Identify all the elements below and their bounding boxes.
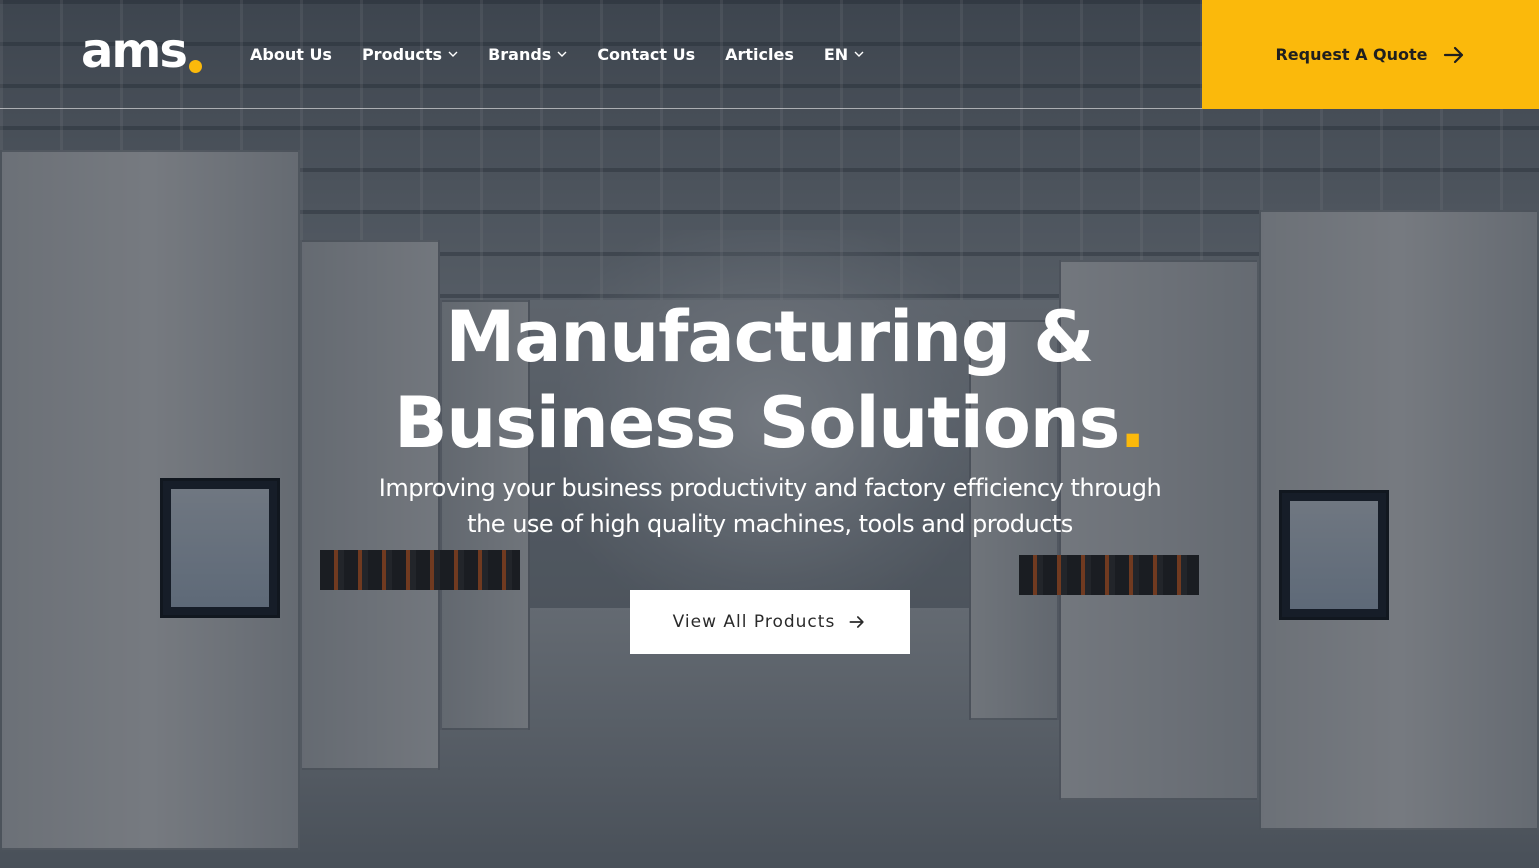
subtitle-line-2: the use of high quality machines, tools …	[467, 510, 1073, 538]
hero-subtitle: Improving your business productivity and…	[330, 470, 1210, 542]
nav-about-us[interactable]: About Us	[250, 40, 332, 68]
ams-logo[interactable]: ams	[81, 26, 202, 76]
chevron-down-icon	[448, 51, 458, 57]
nav-products[interactable]: Products	[362, 40, 458, 68]
arrow-right-icon	[1443, 46, 1463, 63]
hero-headline: Manufacturing & Business Solutions.	[0, 294, 1539, 466]
logo-text: ams	[81, 23, 188, 79]
logo-dot	[188, 60, 202, 73]
headline-line-1: Manufacturing &	[445, 296, 1095, 378]
cta-label: View All Products	[672, 612, 836, 632]
nav-label: Brands	[488, 44, 552, 64]
hero-section: Manufacturing & Business Solutions. Impr…	[0, 109, 1539, 868]
nav-articles[interactable]: Articles	[725, 40, 794, 68]
request-quote-button[interactable]: Request A Quote	[1202, 0, 1539, 109]
language-selector[interactable]: EN	[824, 40, 864, 68]
nav-label: EN	[823, 44, 849, 64]
chevron-down-icon	[854, 51, 864, 57]
view-all-products-button[interactable]: View All Products	[630, 590, 910, 654]
headline-line-2: Business Solutions	[394, 382, 1120, 464]
nav-brands[interactable]: Brands	[488, 40, 567, 68]
subtitle-line-1: Improving your business productivity and…	[378, 474, 1162, 502]
nav-label: Contact Us	[597, 44, 696, 64]
chevron-down-icon	[557, 51, 567, 57]
site-header: ams About Us Products Brands Contact Us …	[0, 0, 1539, 109]
nav-contact-us[interactable]: Contact Us	[597, 40, 695, 68]
nav-label: About Us	[250, 44, 332, 64]
nav-label: Products	[361, 44, 443, 64]
headline-accent-dot: .	[1119, 382, 1146, 464]
main-nav: About Us Products Brands Contact Us Arti…	[250, 40, 894, 68]
quote-button-label: Request A Quote	[1275, 45, 1428, 64]
arrow-right-icon	[849, 616, 864, 628]
nav-label: Articles	[725, 44, 794, 64]
